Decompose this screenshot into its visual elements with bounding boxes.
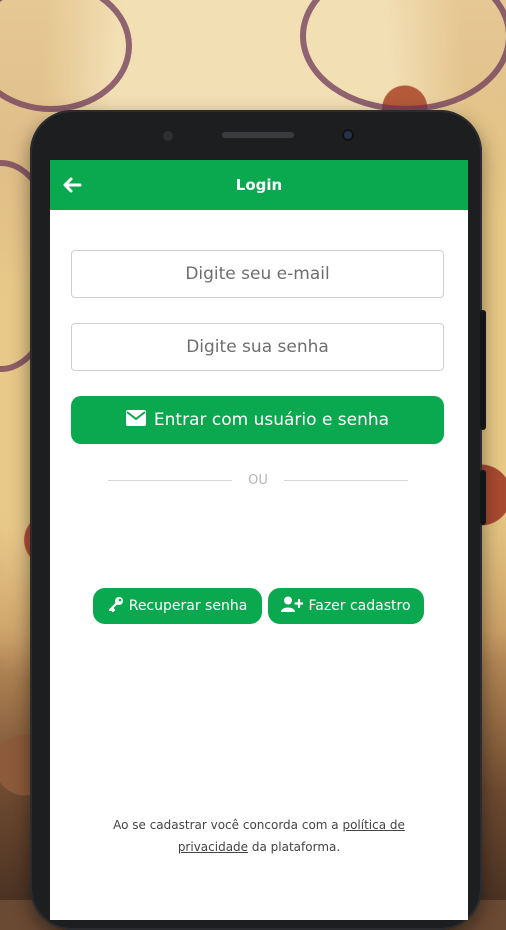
login-button[interactable]: Entrar com usuário e senha: [71, 396, 444, 444]
password-field[interactable]: [71, 323, 444, 371]
envelope-icon: [125, 409, 146, 431]
terms-text: Ao se cadastrar você concorda com a: [113, 818, 343, 832]
email-field[interactable]: [71, 250, 444, 298]
signup-button[interactable]: Fazer cadastro: [268, 588, 424, 624]
login-button-label: Entrar com usuário e senha: [153, 410, 390, 430]
app-bar: Login: [50, 160, 468, 210]
phone-camera: [342, 129, 354, 141]
user-plus-icon: [281, 596, 305, 616]
app-screen: Login Entrar com usuário e senha OU Recu…: [50, 160, 468, 920]
divider-line: [283, 479, 408, 481]
key-icon: [108, 596, 124, 616]
arrow-left-icon[interactable]: [60, 173, 84, 197]
phone-speaker: [222, 132, 294, 138]
background-onion-ring: [300, 0, 506, 112]
phone-power-button: [480, 470, 486, 525]
divider-line: [108, 479, 233, 481]
background-onion-ring: [0, 0, 132, 112]
phone-sensor: [163, 131, 173, 141]
recover-password-label: Recuperar senha: [128, 598, 248, 614]
divider: OU: [108, 470, 408, 490]
terms-notice: Ao se cadastrar você concorda com a polí…: [90, 814, 428, 858]
divider-text: OU: [248, 472, 268, 488]
signup-label: Fazer cadastro: [308, 598, 411, 614]
terms-suffix: da plataforma.: [248, 840, 341, 854]
page-title: Login: [235, 176, 283, 194]
phone-volume-button: [480, 310, 486, 430]
recover-password-button[interactable]: Recuperar senha: [93, 588, 262, 624]
